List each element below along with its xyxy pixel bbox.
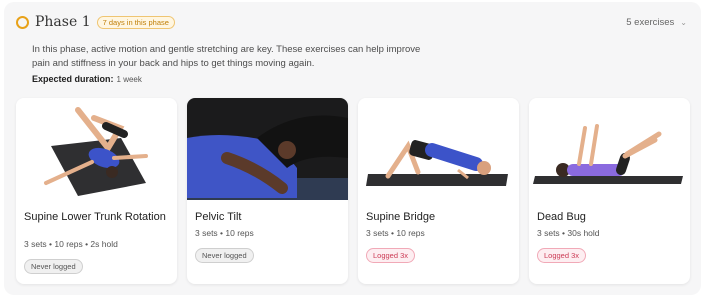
log-status-badge: Never logged xyxy=(24,259,83,274)
exercise-name: Supine Bridge xyxy=(366,211,436,223)
exercise-name: Supine Lower Trunk Rotation xyxy=(24,211,166,223)
phase-panel: Phase 1 7 days in this phase 5 exercises… xyxy=(4,2,701,295)
exercise-meta: 3 sets • 10 reps xyxy=(366,228,425,238)
supine-bridge-photo xyxy=(358,98,519,200)
dead-bug-photo xyxy=(529,98,690,200)
phase-description: In this phase, active motion and gentle … xyxy=(32,44,421,69)
expected-duration-value: 1 week xyxy=(116,75,142,84)
exercise-name: Pelvic Tilt xyxy=(195,211,242,223)
exercise-count-label: 5 exercises xyxy=(626,17,675,28)
days-in-phase-badge: 7 days in this phase xyxy=(96,15,175,29)
exercise-card[interactable]: Supine Bridge 3 sets • 10 reps Logged 3x xyxy=(358,98,519,284)
phase-status-ring-icon xyxy=(16,15,29,29)
exercise-card[interactable]: Supine Lower Trunk Rotation 3 sets • 10 … xyxy=(16,98,177,284)
exercise-meta: 3 sets • 10 reps • 2s hold xyxy=(24,239,118,249)
supine-lower-trunk-rotation-photo xyxy=(16,98,177,200)
chevron-down-icon: ⌄ xyxy=(680,18,687,27)
exercise-meta: 3 sets • 30s hold xyxy=(537,228,600,238)
expected-duration-label: Expected duration: xyxy=(32,74,114,84)
exercise-card[interactable]: Pelvic Tilt 3 sets • 10 reps Never logge… xyxy=(187,98,348,284)
exercise-card[interactable]: Dead Bug 3 sets • 30s hold Logged 3x xyxy=(529,98,690,284)
expected-duration: Expected duration: 1 week xyxy=(32,74,142,84)
exercise-meta: 3 sets • 10 reps xyxy=(195,228,254,238)
log-status-badge: Logged 3x xyxy=(366,248,416,263)
exercise-name: Dead Bug xyxy=(537,211,586,223)
log-status-badge: Never logged xyxy=(195,248,254,263)
pelvic-tilt-photo xyxy=(187,98,348,200)
exercise-count-toggle[interactable]: 5 exercises ⌄ xyxy=(626,17,687,28)
phase-title: Phase 1 xyxy=(35,14,91,30)
log-status-badge: Logged 3x xyxy=(537,248,587,263)
phase-header[interactable]: Phase 1 7 days in this phase xyxy=(16,14,175,30)
